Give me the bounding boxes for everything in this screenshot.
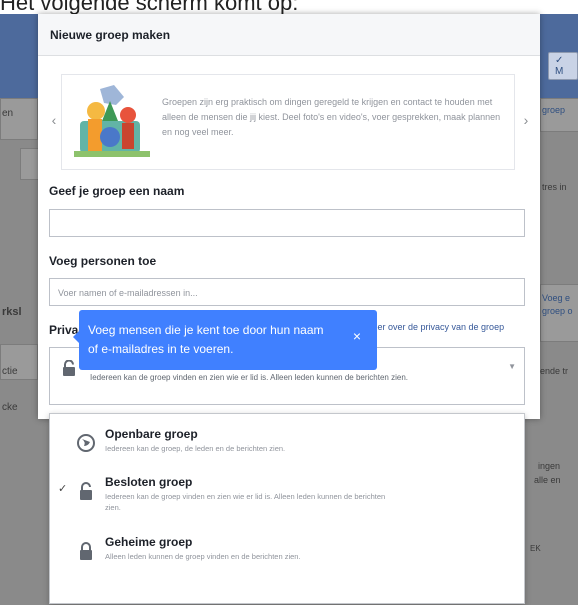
promo-slide: Groepen zijn erg praktisch om dingen ger… — [61, 74, 515, 170]
group-name-label: Geef je groep een naam — [49, 184, 185, 198]
background-right-fragment: ingen — [538, 461, 561, 471]
privacy-selected-description: Iedereen kan de groep vinden en zien wie… — [90, 373, 408, 382]
background-left-fragment: ctie — [2, 366, 18, 377]
tooltip-text: Voeg mensen die je kent toe door hun naa… — [88, 323, 324, 356]
groups-illustration — [74, 85, 150, 157]
background-right-fragment: ende tr — [540, 366, 569, 376]
lock-icon — [80, 542, 92, 560]
option-description: Alleen leden kunnen de groep vinden en d… — [105, 552, 301, 561]
background-right-fragment: alle en — [534, 475, 561, 485]
background-right-fragment: Voeg e — [542, 293, 571, 303]
tooltip-close-button[interactable]: × — [353, 328, 361, 344]
add-members-input[interactable]: Voer namen of e-mailadressen in... — [49, 278, 525, 306]
add-members-tooltip: Voeg mensen die je kent toe door hun naa… — [73, 310, 377, 370]
background-left-fragment: en — [2, 108, 14, 119]
unlock-icon — [80, 482, 92, 500]
option-title: Geheime groep — [105, 535, 193, 549]
option-title: Besloten groep — [105, 475, 193, 489]
chevron-down-icon: ▼ — [508, 362, 516, 371]
option-title: Openbare groep — [105, 427, 198, 441]
checkmark-icon: ✓ — [58, 483, 68, 495]
promo-carousel: ‹ Groepen zijn erg praktisch om dingen g… — [47, 74, 533, 170]
background-right-fragment: EK — [530, 544, 541, 553]
background-right-fragment: groep — [542, 105, 566, 115]
tooltip-arrow — [73, 330, 80, 344]
privacy-options-menu: Openbare groep Iedereen kan de groep, de… — [49, 413, 525, 604]
privacy-option-secret[interactable]: Geheime groep Alleen leden kunnen de gro… — [50, 532, 524, 586]
add-members-label: Voeg personen toe — [49, 254, 157, 268]
background-left-fragment: rksl — [2, 306, 22, 318]
option-description: Iedereen kan de groep, de leden en de be… — [105, 444, 286, 453]
dialog-title: Nieuwe groep maken — [50, 27, 171, 42]
background-top-button: ✓ M — [548, 52, 578, 80]
promo-text: Groepen zijn erg praktisch om dingen ger… — [162, 97, 501, 137]
globe-icon — [77, 434, 95, 452]
privacy-info-link[interactable]: Meer over de privacy van de groep — [365, 322, 504, 332]
carousel-next-button[interactable]: › — [519, 106, 533, 134]
option-description: Iedereen kan de groep vinden en zien wie… — [105, 492, 386, 512]
background-right-fragment: groep o — [542, 306, 573, 316]
group-name-input[interactable] — [49, 209, 525, 237]
privacy-option-closed[interactable]: ✓ Besloten groep Iedereen kan de groep v… — [50, 472, 524, 526]
background-left-card — [0, 98, 38, 140]
dialog-header: Nieuwe groep maken — [38, 14, 540, 56]
caption-text: Het volgende scherm komt op: — [0, 0, 299, 15]
background-right-fragment: tres in — [542, 182, 567, 192]
background-left-fragment: cke — [2, 402, 18, 413]
privacy-option-public[interactable]: Openbare groep Iedereen kan de groep, de… — [50, 424, 524, 478]
background-left-card — [20, 148, 40, 180]
carousel-prev-button[interactable]: ‹ — [47, 106, 61, 134]
